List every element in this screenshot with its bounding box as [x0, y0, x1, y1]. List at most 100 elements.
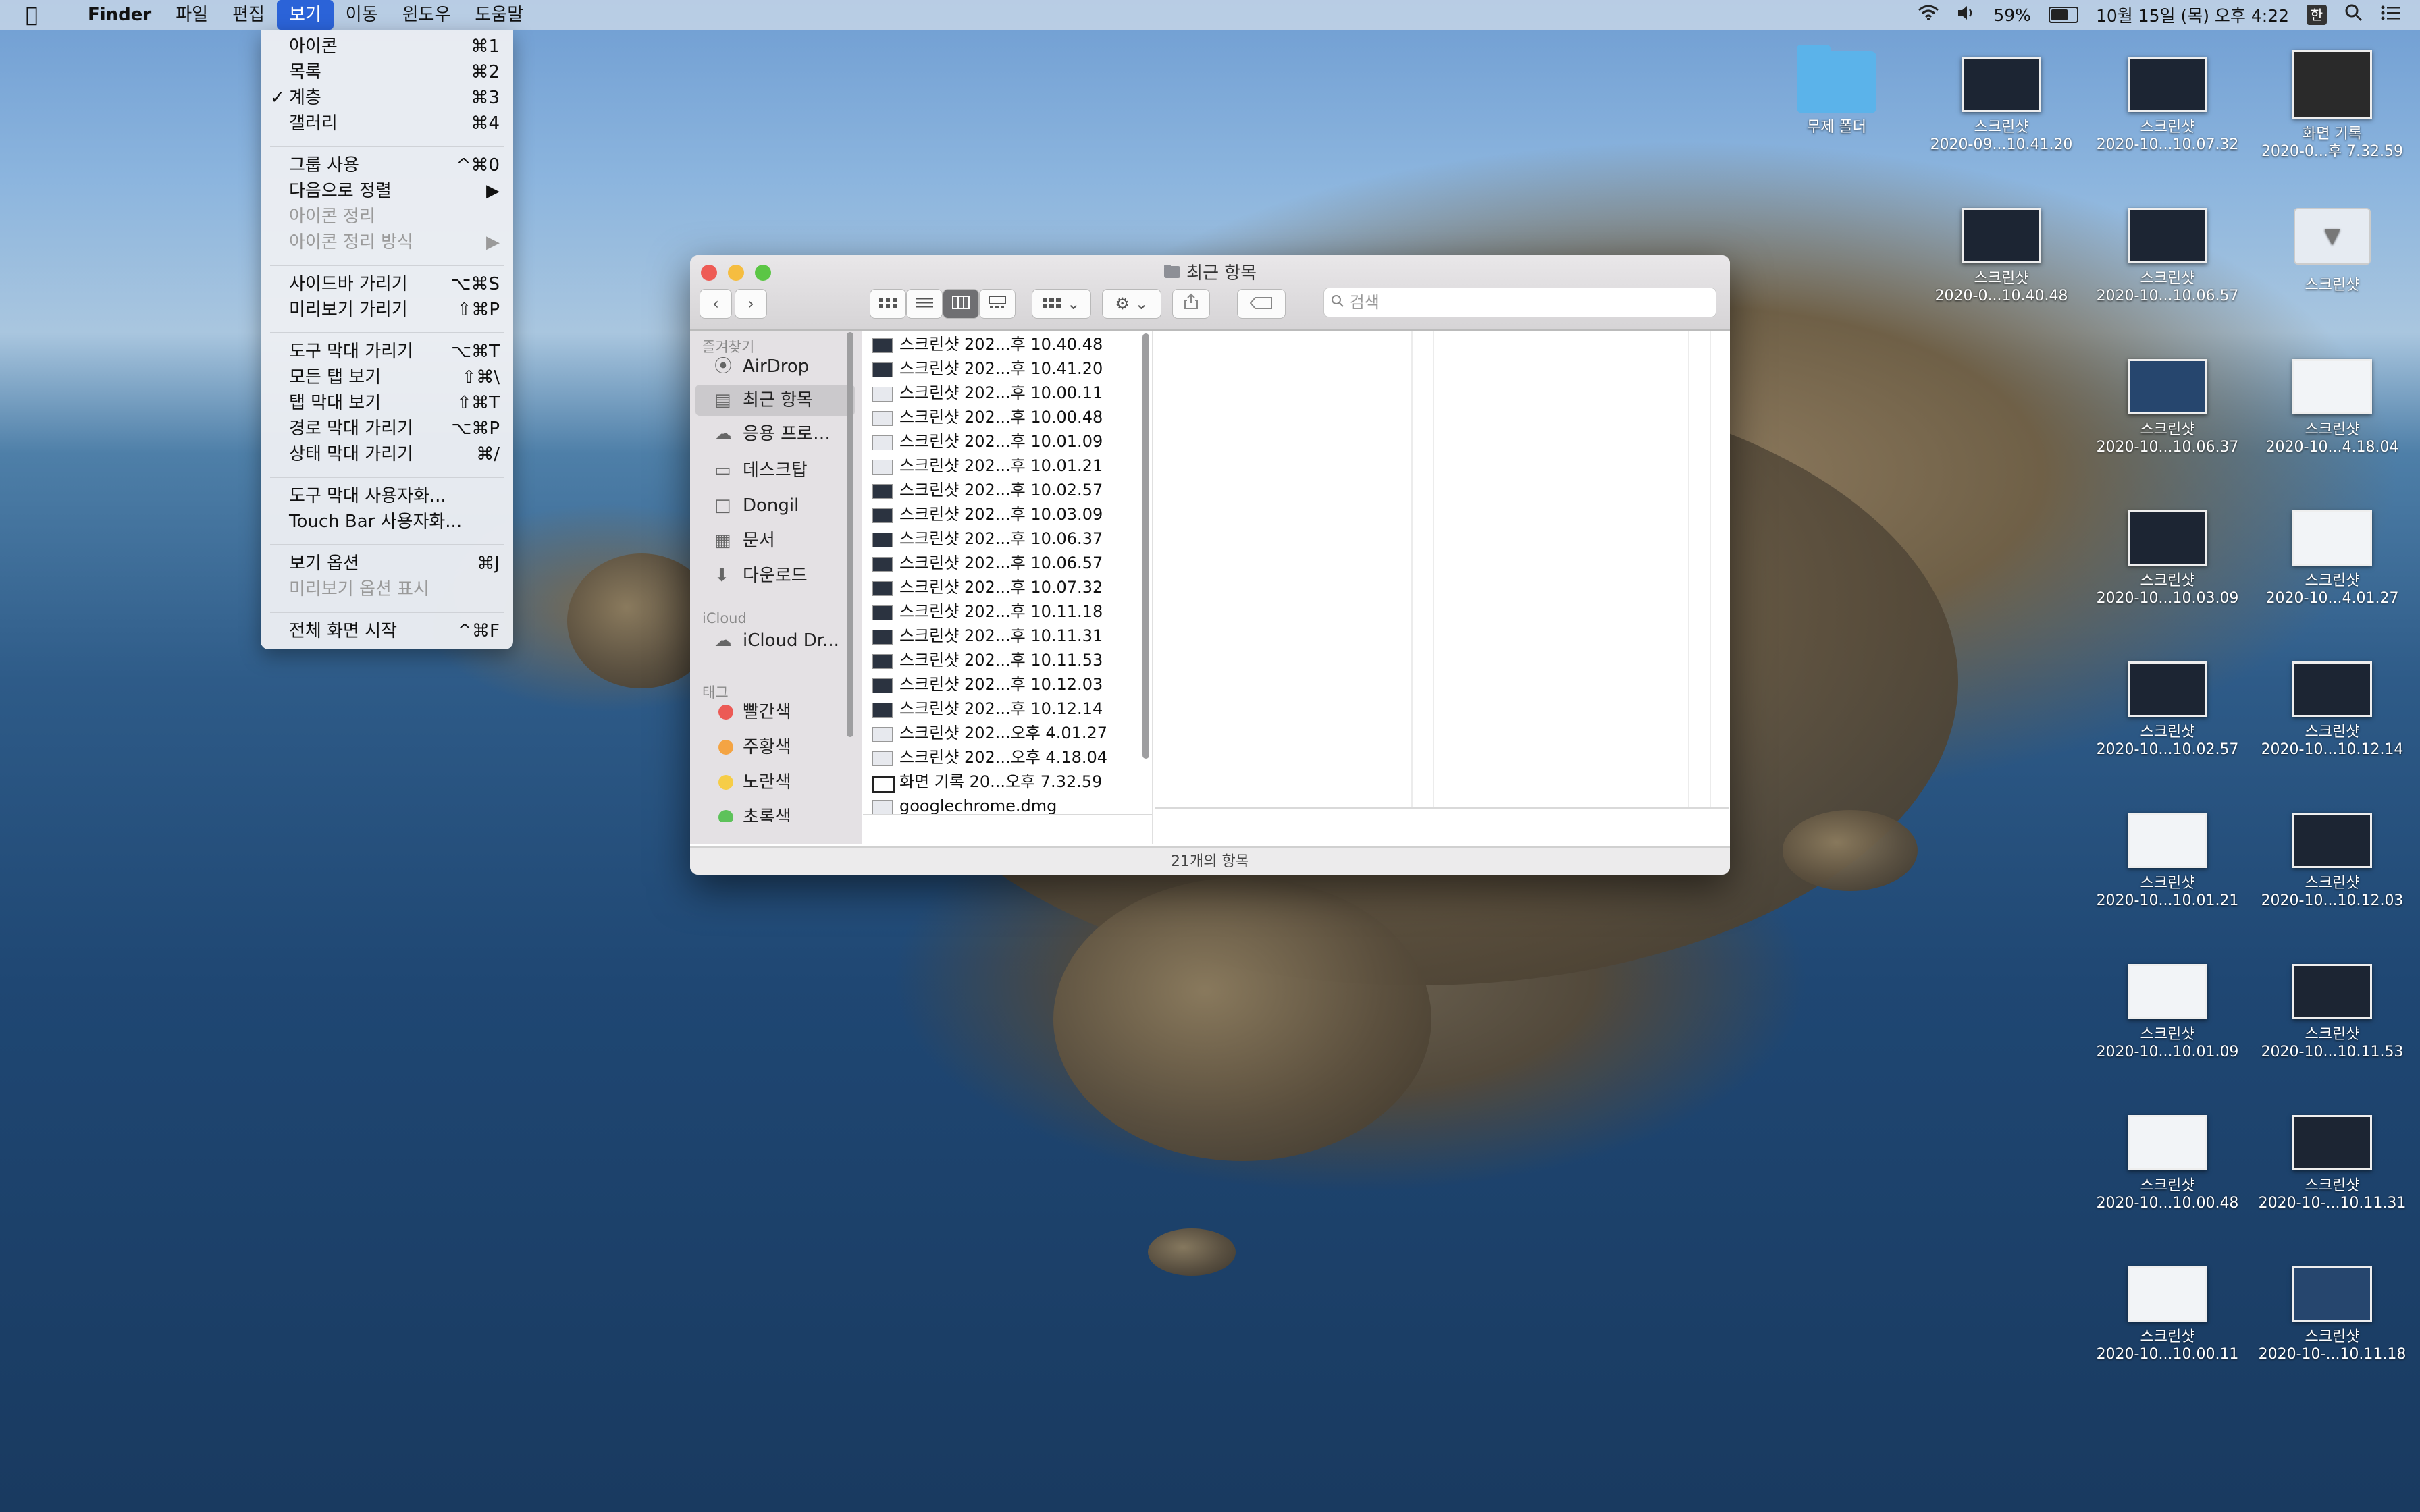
menu-item-hide-toolbar[interactable]: 도구 막대 가리기 ⌥⌘T — [261, 339, 513, 364]
menu-window[interactable]: 윈도우 — [390, 0, 463, 30]
battery-icon[interactable] — [2048, 7, 2078, 23]
menu-item-show-all-tabs[interactable]: 모든 탭 보기 ⇧⌘\ — [261, 364, 513, 390]
menu-item-hide-path-bar[interactable]: 경로 막대 가리기 ⌥⌘P — [261, 416, 513, 441]
action-button[interactable]: ⚙ ⌄ — [1102, 289, 1161, 319]
file-row[interactable]: 스크린샷 202...후 10.03.09 — [870, 502, 1140, 526]
desktop-file[interactable]: 스크린샷 2020-09...10.41.20 — [1920, 57, 2082, 154]
file-row[interactable]: 스크린샷 202...오후 4.18.04 — [870, 745, 1140, 770]
file-row[interactable]: 스크린샷 202...후 10.11.18 — [870, 599, 1140, 624]
desktop-file[interactable]: 스크린샷 2020-10...4.18.04 — [2251, 359, 2413, 456]
file-row[interactable]: 스크린샷 202...후 10.41.20 — [870, 356, 1140, 381]
battery-percent[interactable]: 59% — [1993, 5, 2031, 25]
desktop-file[interactable]: 스크린샷 2020-10...10.11.53 — [2251, 964, 2413, 1061]
menu-finder[interactable]: Finder — [76, 0, 163, 30]
menu-view[interactable]: 보기 — [276, 0, 334, 30]
menu-item-use-groups[interactable]: 그룹 사용 ^⌘0 — [261, 153, 513, 178]
menu-item-gallery-view[interactable]: 갤러리 ⌘4 — [261, 111, 513, 136]
sidebar-tag-red[interactable]: 빨간색 — [690, 697, 862, 728]
file-row[interactable]: 스크린샷 202...후 10.12.14 — [870, 697, 1140, 721]
menu-item-show-tab-bar[interactable]: 탭 막대 보기 ⇧⌘T — [261, 390, 513, 416]
menu-item-icon-view[interactable]: 아이콘 ⌘1 — [261, 34, 513, 59]
finder-titlebar[interactable]: 최근 항목 ‹ › ⌄ ⚙ ⌄ 검색 — [690, 255, 1730, 331]
file-row[interactable]: 스크린샷 202...후 10.06.57 — [870, 551, 1140, 575]
menu-help[interactable]: 도움말 — [463, 0, 535, 30]
menu-item-hide-status-bar[interactable]: 상태 막대 가리기 ⌘/ — [261, 441, 513, 467]
icon-view-button[interactable] — [870, 289, 906, 319]
sidebar-tag-green[interactable]: 초록색 — [690, 802, 862, 822]
menu-item-customize-toolbar[interactable]: 도구 막대 사용자화... — [261, 483, 513, 509]
desktop-file[interactable]: 스크린샷 2020-10...10.06.57 — [2086, 208, 2248, 305]
desktop-file[interactable]: 스크린샷 2020-10...10.01.21 — [2086, 813, 2248, 910]
input-source-icon[interactable]: 한 — [2307, 5, 2327, 25]
sidebar-tag-orange[interactable]: 주황색 — [690, 732, 862, 763]
list-view-button[interactable] — [906, 289, 943, 319]
file-row[interactable]: 스크린샷 202...오후 4.01.27 — [870, 721, 1140, 745]
sidebar-item-desktop[interactable]: ▭ 데스크탑 — [690, 455, 862, 486]
gallery-view-button[interactable] — [979, 289, 1016, 319]
menu-item-column-view[interactable]: ✓ 계층 ⌘3 — [261, 85, 513, 111]
sidebar-item-downloads[interactable]: ⬇ 다운로드 — [690, 560, 862, 591]
desktop-file[interactable]: 스크린샷 2020-10...10.12.03 — [2251, 813, 2413, 910]
desktop-file[interactable]: 스크린샷 2020-10-...10.11.31 — [2251, 1115, 2413, 1212]
menu-item-list-view[interactable]: 목록 ⌘2 — [261, 59, 513, 85]
sidebar-item-home[interactable]: □ Dongil — [690, 490, 862, 521]
desktop-file[interactable]: 스크린샷 2020-10-...10.11.18 — [2251, 1266, 2413, 1364]
menu-item-hide-sidebar[interactable]: 사이드바 가리기 ⌥⌘S — [261, 271, 513, 297]
file-row[interactable]: googlechrome.dmg — [870, 794, 1140, 814]
group-by-button[interactable]: ⌄ — [1032, 289, 1091, 319]
menu-item-customize-touch-bar[interactable]: Touch Bar 사용자화... — [261, 509, 513, 535]
sidebar-item-recents[interactable]: ▤ 최근 항목 — [695, 385, 855, 416]
menu-item-sort-by[interactable]: 다음으로 정렬 ▶ — [261, 178, 513, 204]
file-row[interactable]: 화면 기록 20...오후 7.32.59 — [870, 770, 1140, 794]
file-row[interactable]: 스크린샷 202...후 10.01.21 — [870, 454, 1140, 478]
desktop-file[interactable]: 스크린샷 2020-10...10.00.11 — [2086, 1266, 2248, 1364]
file-row[interactable]: 스크린샷 202...후 10.40.48 — [870, 332, 1140, 356]
file-row[interactable]: 스크린샷 202...후 10.01.09 — [870, 429, 1140, 454]
desktop-file[interactable]: 스크린샷 2020-10...10.06.37 — [2086, 359, 2248, 456]
menu-edit[interactable]: 편집 — [220, 0, 277, 30]
file-row[interactable]: 스크린샷 202...후 10.11.53 — [870, 648, 1140, 672]
desktop-file[interactable]: 스크린샷 2020-10...10.03.09 — [2086, 510, 2248, 608]
sidebar-item-airdrop[interactable]: ⦿ AirDrop — [690, 351, 862, 382]
sidebar-tag-yellow[interactable]: 노란색 — [690, 767, 862, 798]
desktop-file[interactable]: 스크린샷 2020-10...10.07.32 — [2086, 57, 2248, 154]
volume-icon[interactable] — [1957, 5, 1976, 25]
file-row[interactable]: 스크린샷 202...후 10.12.03 — [870, 672, 1140, 697]
desktop-file[interactable]: 스크린샷 2020-10...10.02.57 — [2086, 662, 2248, 759]
sidebar-item-applications[interactable]: ☁ 응용 프로… — [690, 418, 862, 450]
menu-go[interactable]: 이동 — [334, 0, 390, 30]
desktop-file[interactable]: 스크린샷 2020-10...10.00.48 — [2086, 1115, 2248, 1212]
forward-button[interactable]: › — [735, 289, 767, 319]
file-row[interactable]: 스크린샷 202...후 10.06.37 — [870, 526, 1140, 551]
desktop-file[interactable]: 스크린샷 2020-0...10.40.48 — [1920, 208, 2082, 305]
sidebar-item-documents[interactable]: ▦ 문서 — [690, 525, 862, 556]
desktop-folder[interactable]: 무제 폴더 — [1756, 45, 1918, 136]
desktop-file[interactable]: 스크린샷 2020-10...10.01.09 — [2086, 964, 2248, 1061]
wifi-icon[interactable] — [1918, 5, 1939, 25]
file-row[interactable]: 스크린샷 202...후 10.00.48 — [870, 405, 1140, 429]
desktop-file[interactable]: 스크린샷 2020-10...4.01.27 — [2251, 510, 2413, 608]
file-column-scrollbar[interactable] — [1142, 333, 1149, 759]
menu-item-enter-full-screen[interactable]: 전체 화면 시작 ^⌘F — [261, 618, 513, 644]
file-row[interactable]: 스크린샷 202...후 10.07.32 — [870, 575, 1140, 599]
file-row[interactable]: 스크린샷 202...후 10.11.31 — [870, 624, 1140, 648]
notification-center-icon[interactable] — [2381, 5, 2401, 25]
clock[interactable]: 10월 15일 (목) 오후 4:22 — [2096, 3, 2289, 27]
file-row[interactable]: 스크린샷 202...후 10.00.11 — [870, 381, 1140, 405]
file-row[interactable]: 스크린샷 202...후 10.02.57 — [870, 478, 1140, 502]
tag-button[interactable] — [1237, 289, 1286, 319]
share-button[interactable] — [1172, 289, 1210, 319]
apple-menu-icon[interactable]:  — [26, 3, 49, 27]
back-button[interactable]: ‹ — [700, 289, 732, 319]
menu-item-view-options[interactable]: 보기 옵션 ⌘J — [261, 551, 513, 576]
sidebar-scrollbar[interactable] — [847, 332, 853, 737]
search-field[interactable]: 검색 — [1323, 288, 1716, 317]
column-view-button[interactable] — [943, 289, 979, 319]
desktop-file[interactable]: 스크린샷 2020-10...10.12.14 — [2251, 662, 2413, 759]
desktop-file[interactable]: ▼ 스크린샷 — [2251, 208, 2413, 294]
desktop-file[interactable]: 화면 기록 2020-0...후 7.32.59 — [2251, 50, 2413, 161]
spotlight-search-icon[interactable] — [2344, 3, 2363, 26]
menu-file[interactable]: 파일 — [163, 0, 220, 30]
menu-item-hide-preview[interactable]: 미리보기 가리기 ⇧⌘P — [261, 297, 513, 323]
sidebar-item-icloud-drive[interactable]: ☁ iCloud Dr... — [690, 625, 862, 656]
